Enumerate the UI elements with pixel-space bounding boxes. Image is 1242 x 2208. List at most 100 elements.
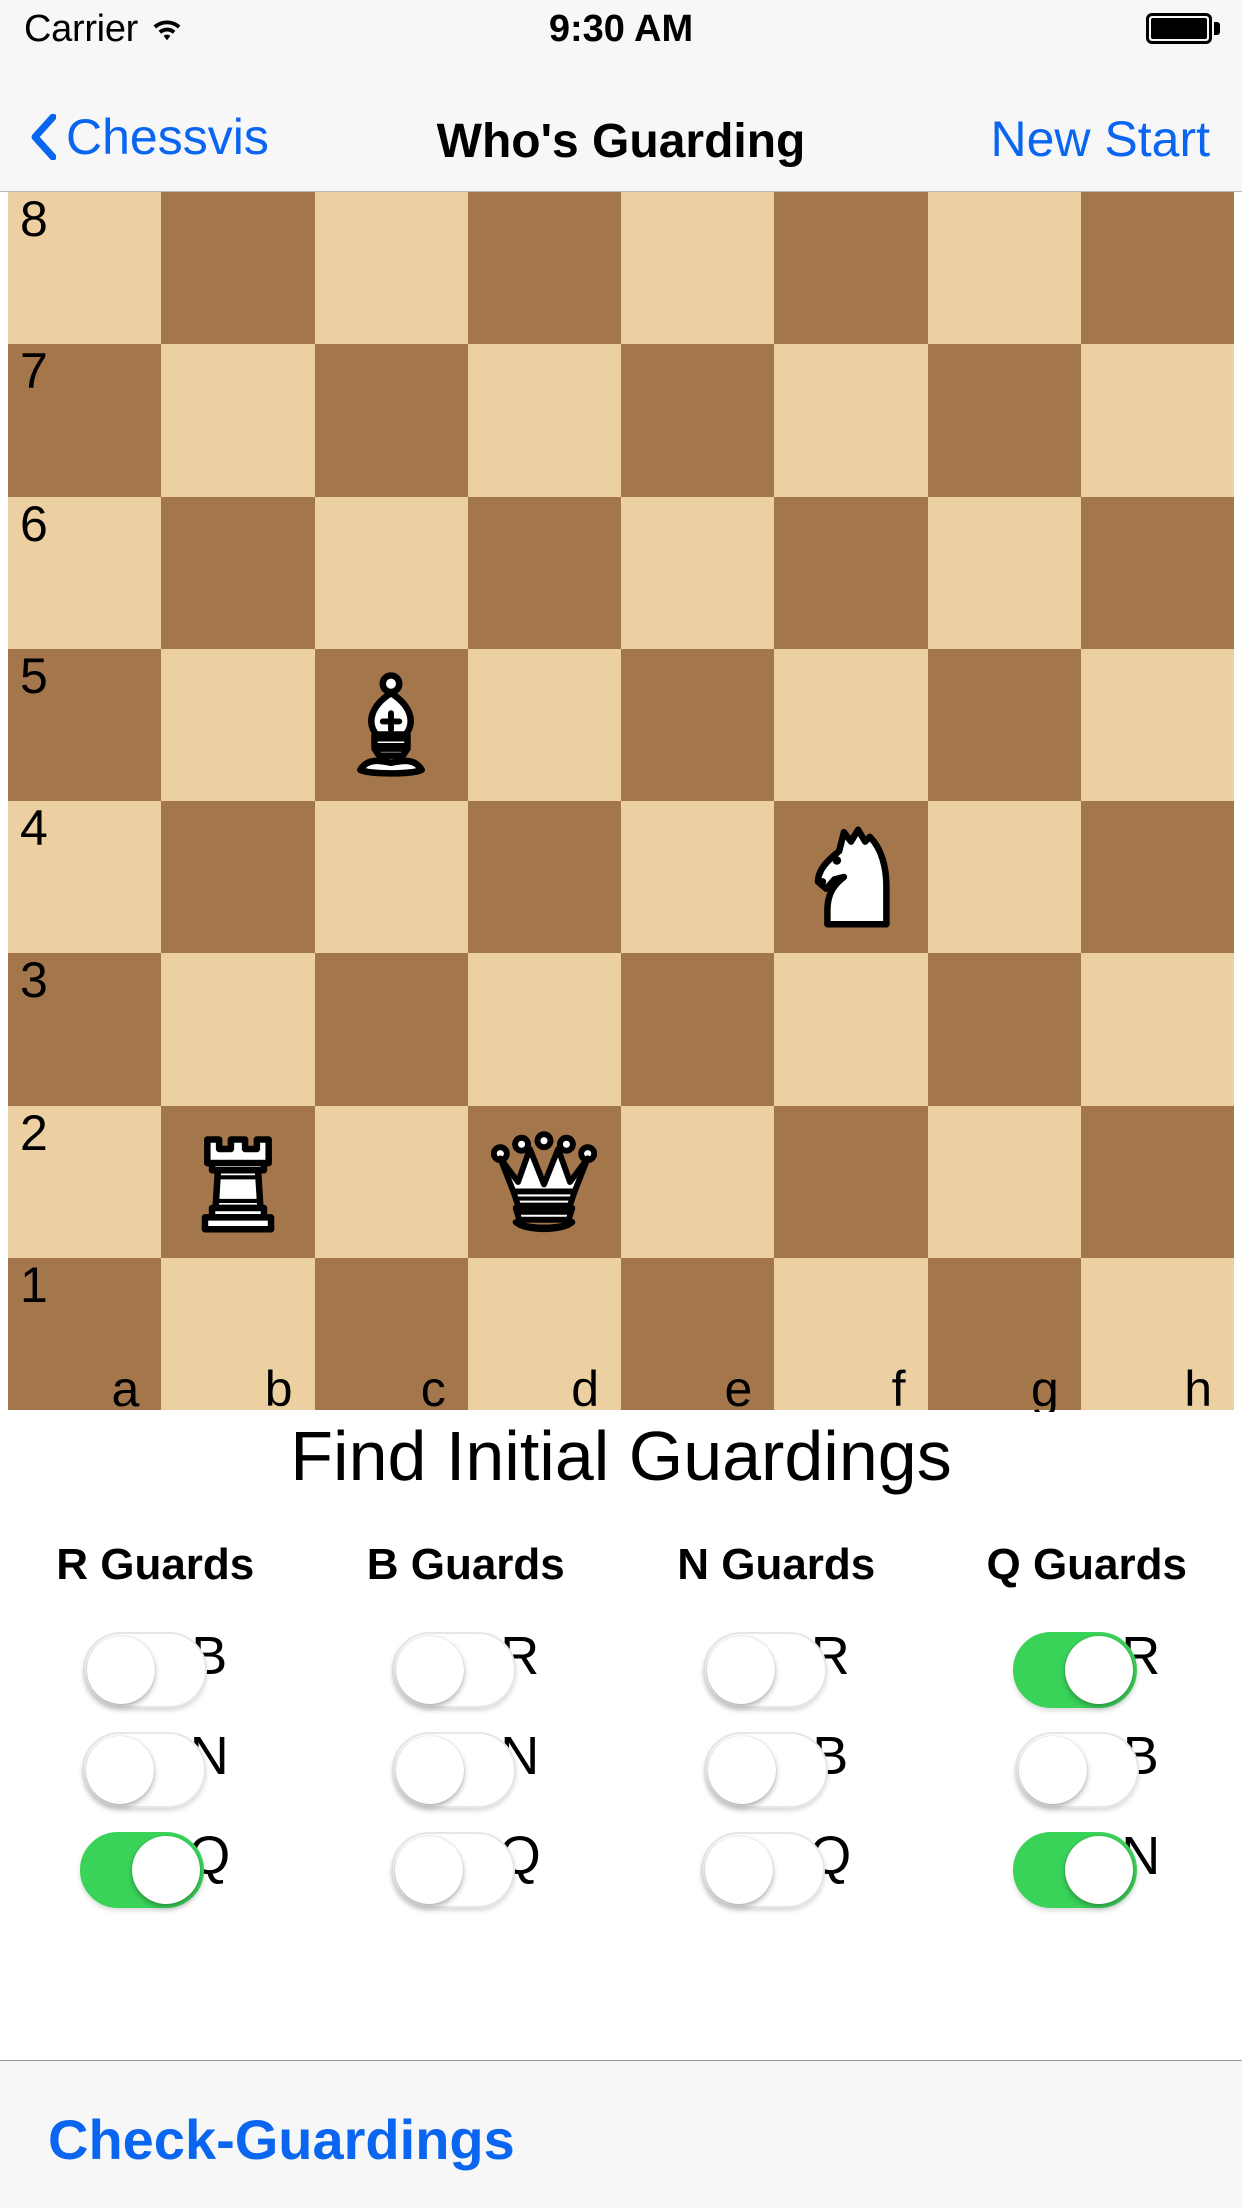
board-square-e6[interactable] bbox=[621, 496, 775, 649]
board-square-g1[interactable]: g bbox=[927, 1257, 1081, 1414]
check-guardings-button[interactable]: Check-Guardings bbox=[48, 2107, 515, 2172]
board-square-b4[interactable] bbox=[161, 801, 315, 954]
toggle-knob bbox=[132, 1835, 201, 1904]
file-label: h bbox=[1184, 1361, 1212, 1417]
rank-label: 6 bbox=[20, 495, 48, 552]
board-square-g3[interactable] bbox=[927, 953, 1081, 1106]
clock-label: 9:30 AM bbox=[548, 7, 694, 50]
board-square-e4[interactable] bbox=[621, 801, 775, 954]
toggle-switch-q-r3c3[interactable] bbox=[701, 1831, 826, 1908]
board-square-b2[interactable] bbox=[161, 1105, 315, 1258]
board-square-f2[interactable] bbox=[774, 1105, 928, 1258]
board-square-b1[interactable]: b bbox=[161, 1257, 315, 1414]
board-square-g6[interactable] bbox=[927, 496, 1081, 649]
status-bar: Carrier 9:30 AM bbox=[0, 0, 1242, 58]
toggle-switch-q-r3c1[interactable] bbox=[80, 1831, 205, 1908]
toggle-knob bbox=[705, 1835, 774, 1904]
board-square-h8[interactable] bbox=[1080, 192, 1234, 345]
board-square-f5[interactable] bbox=[774, 648, 928, 801]
toggle-grid: BRRRNNBBQQQN bbox=[0, 1620, 1242, 1920]
board-square-g7[interactable] bbox=[927, 344, 1081, 497]
board-square-h1[interactable]: h bbox=[1080, 1257, 1234, 1414]
toggle-cell-r2c1: N bbox=[0, 1720, 311, 1820]
guardings-panel: Find Initial Guardings R Guards B Guards N… bbox=[0, 1412, 1242, 2060]
board-square-c3[interactable] bbox=[314, 953, 468, 1106]
board-square-g2[interactable] bbox=[927, 1105, 1081, 1258]
toggle-switch-r-r1c4[interactable] bbox=[1013, 1631, 1138, 1708]
rank-label: 3 bbox=[20, 952, 48, 1009]
board-square-f3[interactable] bbox=[774, 953, 928, 1106]
board-square-c5[interactable] bbox=[314, 648, 468, 801]
board-square-a1[interactable]: 1a bbox=[8, 1257, 162, 1414]
board-square-h3[interactable] bbox=[1080, 953, 1234, 1106]
board-square-c6[interactable] bbox=[314, 496, 468, 649]
board-square-a5[interactable]: 5 bbox=[8, 648, 162, 801]
file-label: b bbox=[264, 1361, 293, 1417]
board-square-b5[interactable] bbox=[161, 648, 315, 801]
rank-label: 4 bbox=[20, 800, 48, 856]
toggle-switch-b-r2c3[interactable] bbox=[704, 1731, 829, 1808]
board-square-f6[interactable] bbox=[774, 496, 928, 649]
board-square-d3[interactable] bbox=[467, 953, 621, 1106]
board-square-a8[interactable]: 8 bbox=[8, 192, 162, 345]
board-square-e1[interactable]: e bbox=[621, 1257, 775, 1414]
board-square-a4[interactable]: 4 bbox=[8, 800, 162, 954]
board-square-f4[interactable] bbox=[774, 801, 928, 954]
file-label: d bbox=[571, 1361, 599, 1417]
board-square-d6[interactable] bbox=[467, 496, 621, 649]
board-square-c4[interactable] bbox=[314, 801, 468, 954]
navigation-bar: Chessvis Who's Guarding New Start bbox=[0, 58, 1242, 192]
board-square-e8[interactable] bbox=[621, 192, 775, 345]
board-square-f8[interactable] bbox=[774, 192, 928, 345]
board-square-e2[interactable] bbox=[621, 1105, 775, 1258]
board-square-b6[interactable] bbox=[161, 496, 315, 649]
board-square-d7[interactable] bbox=[467, 344, 621, 497]
board-square-g8[interactable] bbox=[927, 192, 1081, 345]
board-square-f1[interactable]: f bbox=[774, 1257, 928, 1414]
toggle-knob bbox=[1018, 1735, 1087, 1804]
board-square-g5[interactable] bbox=[927, 648, 1081, 801]
board-square-d4[interactable] bbox=[467, 801, 621, 954]
board-square-c2[interactable] bbox=[314, 1105, 468, 1258]
toggle-cell-r3c4: N bbox=[932, 1820, 1242, 1920]
toggle-switch-r-r1c2[interactable] bbox=[392, 1631, 517, 1708]
board-square-d8[interactable] bbox=[467, 192, 621, 345]
white-rook-icon bbox=[179, 1123, 297, 1241]
board-square-h5[interactable] bbox=[1080, 648, 1234, 801]
board-square-a6[interactable]: 6 bbox=[8, 495, 162, 649]
board-square-a7[interactable]: 7 bbox=[8, 344, 162, 497]
board-square-h7[interactable] bbox=[1080, 344, 1234, 497]
board-square-e3[interactable] bbox=[621, 953, 775, 1106]
board-square-h6[interactable] bbox=[1080, 496, 1234, 649]
toggle-switch-b-r1c1[interactable] bbox=[83, 1631, 208, 1708]
board-square-b8[interactable] bbox=[161, 192, 315, 345]
file-label: a bbox=[111, 1361, 140, 1417]
board-square-b7[interactable] bbox=[161, 344, 315, 497]
board-square-g4[interactable] bbox=[927, 801, 1081, 954]
board-square-c1[interactable]: c bbox=[314, 1257, 468, 1414]
board-square-c7[interactable] bbox=[314, 344, 468, 497]
board-square-e7[interactable] bbox=[621, 344, 775, 497]
board-square-d5[interactable] bbox=[467, 648, 621, 801]
board-square-d1[interactable]: d bbox=[467, 1257, 621, 1414]
board-square-h4[interactable] bbox=[1080, 801, 1234, 954]
board-square-h2[interactable] bbox=[1080, 1105, 1234, 1258]
toggle-switch-q-r3c2[interactable] bbox=[390, 1831, 515, 1908]
toggle-cell-r3c2: Q bbox=[311, 1820, 622, 1920]
toggle-switch-b-r2c4[interactable] bbox=[1014, 1731, 1139, 1808]
board-square-d2[interactable] bbox=[467, 1105, 621, 1258]
board-square-a3[interactable]: 3 bbox=[8, 952, 162, 1106]
board-square-f7[interactable] bbox=[774, 344, 928, 497]
toggle-switch-n-r3c4[interactable] bbox=[1013, 1831, 1138, 1908]
toggle-switch-r-r1c3[interactable] bbox=[702, 1631, 827, 1708]
board-square-c8[interactable] bbox=[314, 192, 468, 345]
new-start-button[interactable]: New Start bbox=[990, 110, 1210, 168]
toggle-switch-n-r2c1[interactable] bbox=[81, 1731, 206, 1808]
board-square-b3[interactable] bbox=[161, 953, 315, 1106]
toggle-switch-n-r2c2[interactable] bbox=[392, 1731, 517, 1808]
board-square-e5[interactable] bbox=[621, 648, 775, 801]
toggle-knob bbox=[1065, 1635, 1134, 1704]
white-knight-icon bbox=[792, 818, 910, 936]
board-square-a2[interactable]: 2 bbox=[8, 1105, 162, 1258]
chess-board[interactable]: 876 5 4 3 2 1 a b c d e f g h bbox=[8, 192, 1234, 1414]
